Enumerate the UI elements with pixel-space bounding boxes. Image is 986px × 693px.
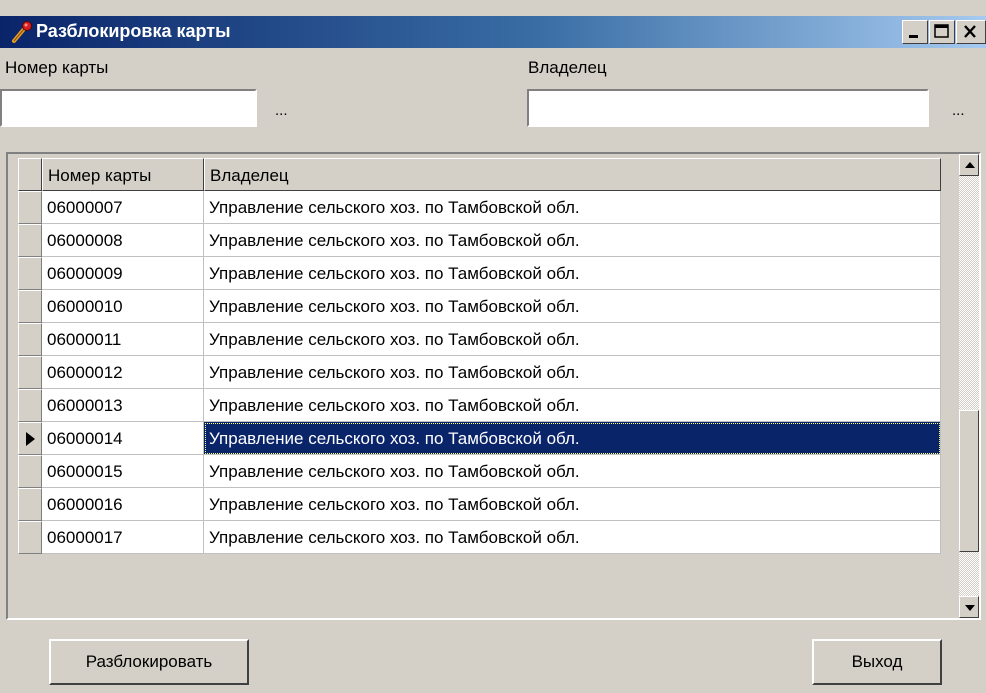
owner-input[interactable] — [527, 89, 929, 127]
table-row[interactable]: 06000017 Управление сельского хоз. по Там… — [18, 521, 941, 554]
cell-card-number[interactable]: 06000010 — [42, 290, 204, 323]
cell-card-number[interactable]: 06000016 — [42, 488, 204, 521]
cell-owner[interactable]: Управление сельского хоз. по Тамбовской … — [204, 257, 941, 290]
row-indicator[interactable] — [18, 521, 42, 554]
row-indicator[interactable] — [18, 488, 42, 521]
card-number-label: Номер карты — [5, 58, 109, 77]
cell-owner[interactable]: Управление сельского хоз. по Тамбовской … — [204, 290, 941, 323]
vertical-scrollbar[interactable] — [959, 154, 979, 618]
key-icon — [10, 20, 34, 44]
cell-card-number[interactable]: 06000017 — [42, 521, 204, 554]
cell-owner[interactable]: Управление сельского хоз. по Тамбовской … — [204, 389, 941, 422]
close-icon — [964, 25, 976, 38]
current-row-pointer-icon — [26, 432, 35, 446]
row-indicator[interactable] — [18, 290, 42, 323]
table-row[interactable]: 06000010 Управление сельского хоз. по Там… — [18, 290, 941, 323]
exit-button[interactable]: Выход — [812, 639, 942, 685]
cell-owner[interactable]: Управление сельского хоз. по Тамбовской … — [204, 224, 941, 257]
table-row[interactable]: 06000015 Управление сельского хоз. по Там… — [18, 455, 941, 488]
table-row[interactable]: 06000007 Управление сельского хоз. по Там… — [18, 191, 941, 224]
table-row[interactable]: 06000009 Управление сельского хоз. по Там… — [18, 257, 941, 290]
cell-owner[interactable]: Управление сельского хоз. по Тамбовской … — [204, 356, 941, 389]
window-title: Разблокировка карты — [36, 21, 231, 41]
row-indicator[interactable] — [18, 356, 42, 389]
cell-card-number[interactable]: 06000008 — [42, 224, 204, 257]
card-number-lookup-button[interactable]: ... — [275, 102, 288, 119]
arrow-up-icon — [965, 162, 975, 168]
header-indicator — [18, 158, 42, 191]
table-row[interactable]: 06000013 Управление сельского хоз. по Там… — [18, 389, 941, 422]
table-header: Номер карты Владелец — [18, 158, 941, 191]
cell-owner[interactable]: Управление сельского хоз. по Тамбовской … — [204, 323, 941, 356]
cell-card-number[interactable]: 06000007 — [42, 191, 204, 224]
unlock-button[interactable]: Разблокировать — [49, 639, 249, 685]
table-row[interactable]: 06000012 Управление сельского хоз. по Там… — [18, 356, 941, 389]
table-row[interactable]: 06000008 Управление сельского хоз. по Там… — [18, 224, 941, 257]
row-indicator[interactable] — [18, 191, 42, 224]
row-indicator[interactable] — [18, 455, 42, 488]
title-bar[interactable]: Разблокировка карты — [0, 16, 986, 48]
column-header-owner[interactable]: Владелец — [204, 158, 941, 191]
card-number-input[interactable] — [0, 89, 257, 127]
table-row[interactable]: 06000014 Управление сельского хоз. по Там… — [18, 422, 941, 455]
cell-owner[interactable]: Управление сельского хоз. по Тамбовской … — [204, 455, 941, 488]
scroll-up-button[interactable] — [959, 154, 979, 176]
row-indicator[interactable] — [18, 389, 42, 422]
row-indicator[interactable] — [18, 323, 42, 356]
row-indicator[interactable] — [18, 224, 42, 257]
owner-label: Владелец — [528, 58, 607, 77]
scroll-thumb[interactable] — [959, 410, 979, 552]
cell-card-number[interactable]: 06000015 — [42, 455, 204, 488]
row-indicator[interactable] — [18, 422, 42, 455]
column-header-card-number[interactable]: Номер карты — [42, 158, 204, 191]
cell-card-number[interactable]: 06000012 — [42, 356, 204, 389]
cell-owner[interactable]: Управление сельского хоз. по Тамбовской … — [204, 488, 941, 521]
cell-card-number[interactable]: 06000014 — [42, 422, 204, 455]
cell-card-number[interactable]: 06000011 — [42, 323, 204, 356]
row-indicator[interactable] — [18, 257, 42, 290]
maximize-button[interactable] — [929, 20, 955, 44]
cell-owner[interactable]: Управление сельского хоз. по Тамбовской … — [204, 422, 941, 455]
arrow-down-icon — [965, 605, 975, 611]
cell-card-number[interactable]: 06000009 — [42, 257, 204, 290]
cell-card-number[interactable]: 06000013 — [42, 389, 204, 422]
cell-owner[interactable]: Управление сельского хоз. по Тамбовской … — [204, 191, 941, 224]
table-row[interactable]: 06000011 Управление сельского хоз. по Там… — [18, 323, 941, 356]
table-row[interactable]: 06000016 Управление сельского хоз. по Там… — [18, 488, 941, 521]
close-button[interactable] — [956, 20, 986, 44]
cell-owner[interactable]: Управление сельского хоз. по Тамбовской … — [204, 521, 941, 554]
minimize-button[interactable] — [902, 20, 928, 44]
scroll-down-button[interactable] — [959, 596, 979, 618]
cards-grid[interactable]: Номер карты Владелец 06000007 Управление … — [6, 152, 981, 620]
owner-lookup-button[interactable]: ... — [952, 102, 965, 119]
